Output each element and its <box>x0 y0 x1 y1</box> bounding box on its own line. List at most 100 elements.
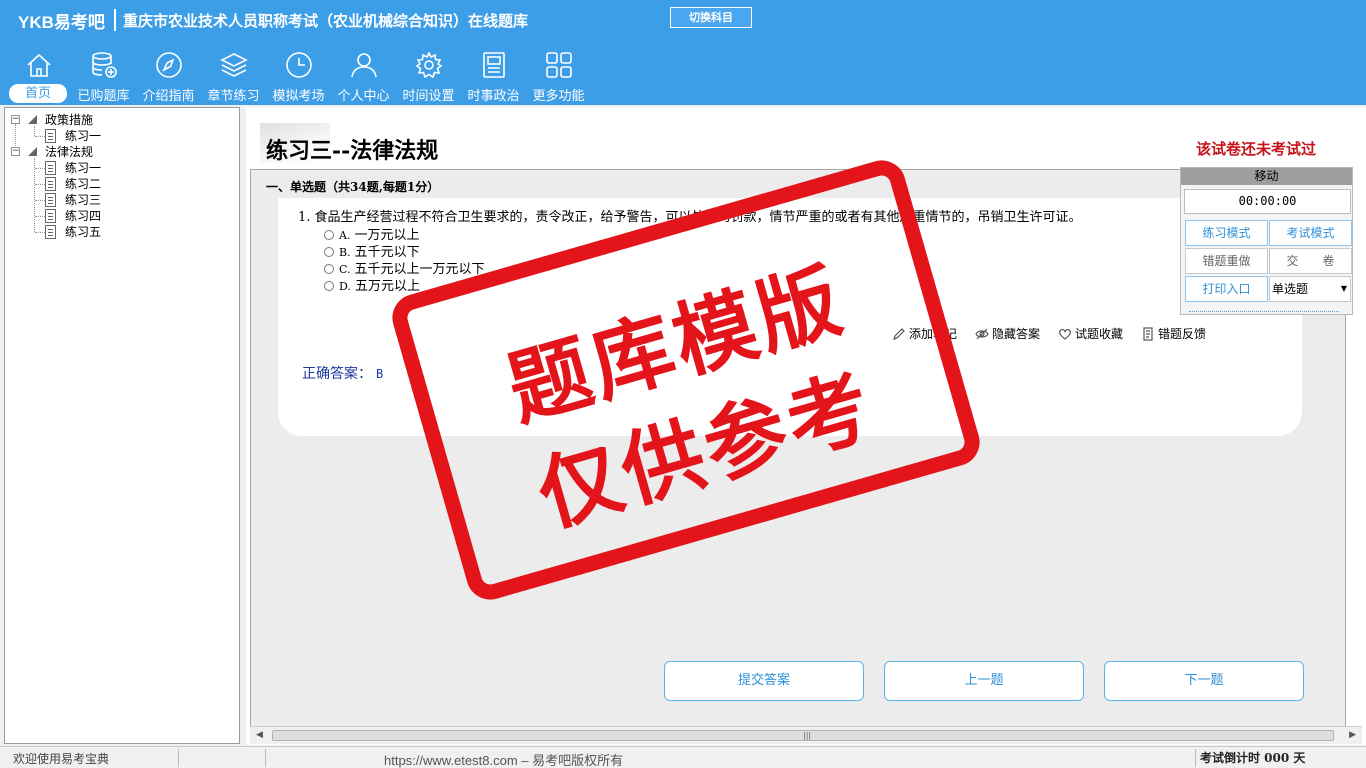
hide-answer-button[interactable]: 隐藏答案 <box>975 325 1040 342</box>
scrollbar-thumb[interactable]: ||| <box>272 730 1334 741</box>
nav-label: 时间设置 <box>402 89 455 104</box>
tree-guide <box>35 232 45 233</box>
document-icon <box>45 177 56 191</box>
option-letter: D. <box>339 280 351 293</box>
tree-guide <box>35 168 45 169</box>
exam-title: 练习三--法律法规 <box>266 138 439 164</box>
brand-separator <box>114 9 116 31</box>
section-header: 一、单选题（共34题,每题1分） <box>266 180 440 194</box>
tree-guide <box>35 216 45 217</box>
nav-chapter-practice[interactable]: 章节练习 <box>201 48 266 104</box>
nav-label: 时事政治 <box>467 89 520 104</box>
answer-value: B <box>376 367 384 381</box>
eye-icon <box>975 328 989 339</box>
scroll-right-icon[interactable]: ▶ <box>1349 730 1356 740</box>
dropdown-arrow-icon: ▼ <box>1340 284 1347 293</box>
nav-label: 个人中心 <box>337 89 390 104</box>
document-icon <box>45 129 56 143</box>
switch-subject-button[interactable]: 切换科目 <box>670 7 752 28</box>
brand-logo: YKB易考吧 <box>18 13 105 32</box>
nav-more[interactable]: 更多功能 <box>526 48 591 104</box>
exam-status: 该试卷还未考试过 <box>1196 140 1317 158</box>
question-type-select[interactable]: 单选题 ▼ <box>1269 276 1351 302</box>
folder-triangle-icon <box>28 147 37 156</box>
feedback-icon <box>1143 326 1153 341</box>
exam-timer: 00:00:00 <box>1184 189 1351 214</box>
nav-label: 首页 <box>9 84 67 103</box>
user-icon <box>351 53 377 78</box>
chapter-tree: − 政策措施 练习一 − 法律法规 练习一 练习二 练习三 练习四 练习五 <box>4 107 240 744</box>
practice-mode-button[interactable]: 练习模式 <box>1185 220 1268 246</box>
nav-time-settings[interactable]: 时间设置 <box>396 48 461 104</box>
nav-label: 介绍指南 <box>142 89 195 104</box>
nav-mock-exam[interactable]: 模拟考场 <box>266 48 331 104</box>
tool-label: 错题反馈 <box>1158 327 1207 341</box>
tree-item-label: 练习二 <box>65 177 102 191</box>
collapse-toggle-icon[interactable]: − <box>11 115 20 124</box>
radio-button[interactable] <box>324 281 334 291</box>
tree-group-label: 政策措施 <box>45 113 94 127</box>
copyright-url: https://www.etest8.com – 易考吧版权所有 <box>384 753 624 768</box>
document-icon <box>45 209 56 223</box>
submit-answer-button[interactable]: 提交答案 <box>664 661 864 701</box>
radio-button[interactable] <box>324 264 334 274</box>
nav-home[interactable]: 首页 <box>6 48 71 104</box>
correct-answer: 正确答案： B <box>302 363 383 383</box>
nav-label: 章节练习 <box>207 89 260 104</box>
collapse-toggle-icon[interactable]: − <box>11 147 20 156</box>
exam-mode-button[interactable]: 考试模式 <box>1269 220 1352 246</box>
nav-guide[interactable]: 介绍指南 <box>136 48 201 104</box>
nav-label: 更多功能 <box>532 89 585 104</box>
previous-question-button[interactable]: 上一题 <box>884 661 1084 701</box>
welcome-text: 欢迎使用易考宝典 <box>13 752 110 766</box>
nav-personal-center[interactable]: 个人中心 <box>331 48 396 104</box>
grip-icon: ||| <box>803 731 812 740</box>
tree-guide <box>34 126 35 136</box>
tree-item-label: 练习三 <box>65 193 102 207</box>
redo-wrong-button[interactable]: 错题重做 <box>1185 248 1268 274</box>
scroll-left-icon[interactable]: ◀ <box>256 730 263 740</box>
nav-label: 模拟考场 <box>272 89 325 104</box>
app-title: 重庆市农业技术人员职称考试（农业机械综合知识）在线题库 <box>123 12 529 30</box>
tree-item-label: 练习一 <box>65 161 102 175</box>
radio-button[interactable] <box>324 230 334 240</box>
next-question-button[interactable]: 下一题 <box>1104 661 1304 701</box>
hand-in-button[interactable]: 交 卷 <box>1269 248 1352 274</box>
exam-control-panel: 移动 00:00:00 练习模式 考试模式 错题重做 交 卷 打印入口 单选题 … <box>1180 167 1353 315</box>
clock-icon <box>286 52 312 78</box>
status-bar: 欢迎使用易考宝典 https://www.etest8.com – 易考吧版权所… <box>0 746 1366 768</box>
heart-icon <box>1059 328 1071 340</box>
news-icon <box>483 52 505 78</box>
exam-countdown: 考试倒计时 000 天 <box>1200 751 1306 765</box>
nav-current-affairs[interactable]: 时事政治 <box>461 48 526 104</box>
selected-type: 单选题 <box>1272 282 1309 296</box>
radio-button[interactable] <box>324 247 334 257</box>
status-divider <box>265 749 266 767</box>
document-icon <box>45 225 56 239</box>
gear-icon <box>415 51 443 79</box>
nav-label: 已购题库 <box>77 89 130 104</box>
tree-item-label: 练习四 <box>65 209 102 223</box>
tree-guide <box>35 184 45 185</box>
layers-icon <box>220 53 248 77</box>
tree-guide <box>35 200 45 201</box>
favorite-button[interactable]: 试题收藏 <box>1058 325 1123 342</box>
print-entry-button[interactable]: 打印入口 <box>1185 276 1268 302</box>
option-text: 五万元以上 <box>354 279 420 294</box>
main-nav: 首页 已购题库 介绍指南 章节练习 模拟考场 个人中心 时间设置 时事政治 更多… <box>6 48 591 104</box>
compass-icon <box>156 52 182 78</box>
tool-label: 隐藏答案 <box>992 327 1041 341</box>
tree-guide <box>34 158 35 232</box>
panel-divider <box>1189 311 1339 312</box>
database-icon <box>92 52 117 78</box>
document-icon <box>45 161 56 175</box>
nav-purchased[interactable]: 已购题库 <box>71 48 136 104</box>
option-d[interactable]: D. 五万元以上 <box>324 275 420 294</box>
answer-label: 正确答案： <box>302 366 372 382</box>
tree-item-label: 练习一 <box>65 129 102 143</box>
report-error-button[interactable]: 错题反馈 <box>1141 325 1206 342</box>
panel-drag-handle[interactable]: 移动 <box>1181 168 1352 185</box>
horizontal-scrollbar[interactable]: ◀ ||| ▶ <box>250 726 1362 744</box>
status-divider <box>1195 749 1196 767</box>
tree-item-label: 练习五 <box>65 225 102 239</box>
